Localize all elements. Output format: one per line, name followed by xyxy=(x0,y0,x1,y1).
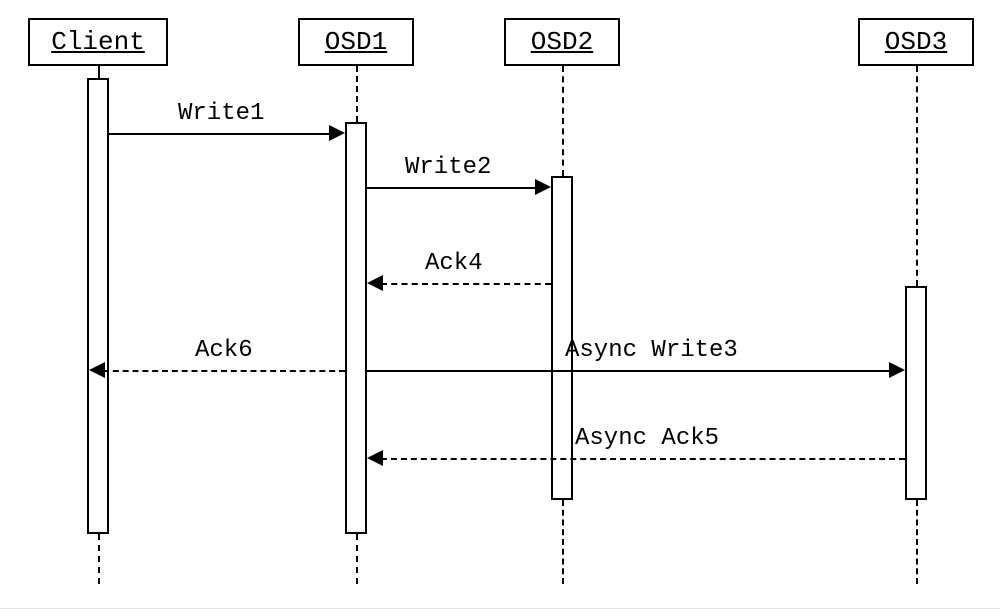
msg-ack4-arrow xyxy=(367,275,383,291)
msg-ack4-line xyxy=(381,283,551,285)
activation-osd3 xyxy=(905,286,927,500)
bottom-rule xyxy=(0,608,1000,609)
msg-asyncack5-arrow xyxy=(367,450,383,466)
lifeline-client xyxy=(98,66,100,78)
msg-asyncwrite3-line xyxy=(367,370,891,372)
lifeline-osd1-tail xyxy=(356,534,358,584)
msg-ack6-line xyxy=(103,370,345,372)
lifeline-osd1 xyxy=(356,66,358,122)
sequence-diagram: Client OSD1 OSD2 OSD3 Write1 Write2 Ack4… xyxy=(0,0,1000,616)
lifeline-osd3 xyxy=(916,66,918,286)
msg-write2-line xyxy=(367,187,537,189)
lifeline-osd2-tail xyxy=(562,500,564,584)
lifeline-client-tail xyxy=(98,534,100,584)
participant-osd2: OSD2 xyxy=(504,18,620,66)
msg-write1-line xyxy=(109,133,331,135)
lifeline-osd3-tail xyxy=(916,500,918,584)
msg-write1-arrow xyxy=(329,125,345,141)
msg-write2-arrow xyxy=(535,179,551,195)
participant-osd1: OSD1 xyxy=(298,18,414,66)
msg-write2-label: Write2 xyxy=(405,154,491,181)
participant-osd3-label: OSD3 xyxy=(885,27,947,57)
participant-osd2-label: OSD2 xyxy=(531,27,593,57)
participant-client: Client xyxy=(28,18,168,66)
msg-write1-label: Write1 xyxy=(178,100,264,127)
msg-asyncwrite3-arrow xyxy=(889,362,905,378)
participant-osd3: OSD3 xyxy=(858,18,974,66)
msg-asyncwrite3-label: Async Write3 xyxy=(565,337,738,364)
msg-asyncack5-line xyxy=(381,458,905,460)
msg-ack6-label: Ack6 xyxy=(195,337,253,364)
activation-osd1 xyxy=(345,122,367,534)
msg-ack4-label: Ack4 xyxy=(425,250,483,277)
participant-client-label: Client xyxy=(51,27,145,57)
lifeline-osd2 xyxy=(562,66,564,176)
participant-osd1-label: OSD1 xyxy=(325,27,387,57)
msg-ack6-arrow xyxy=(89,362,105,378)
activation-client xyxy=(87,78,109,534)
msg-asyncack5-label: Async Ack5 xyxy=(575,425,719,452)
